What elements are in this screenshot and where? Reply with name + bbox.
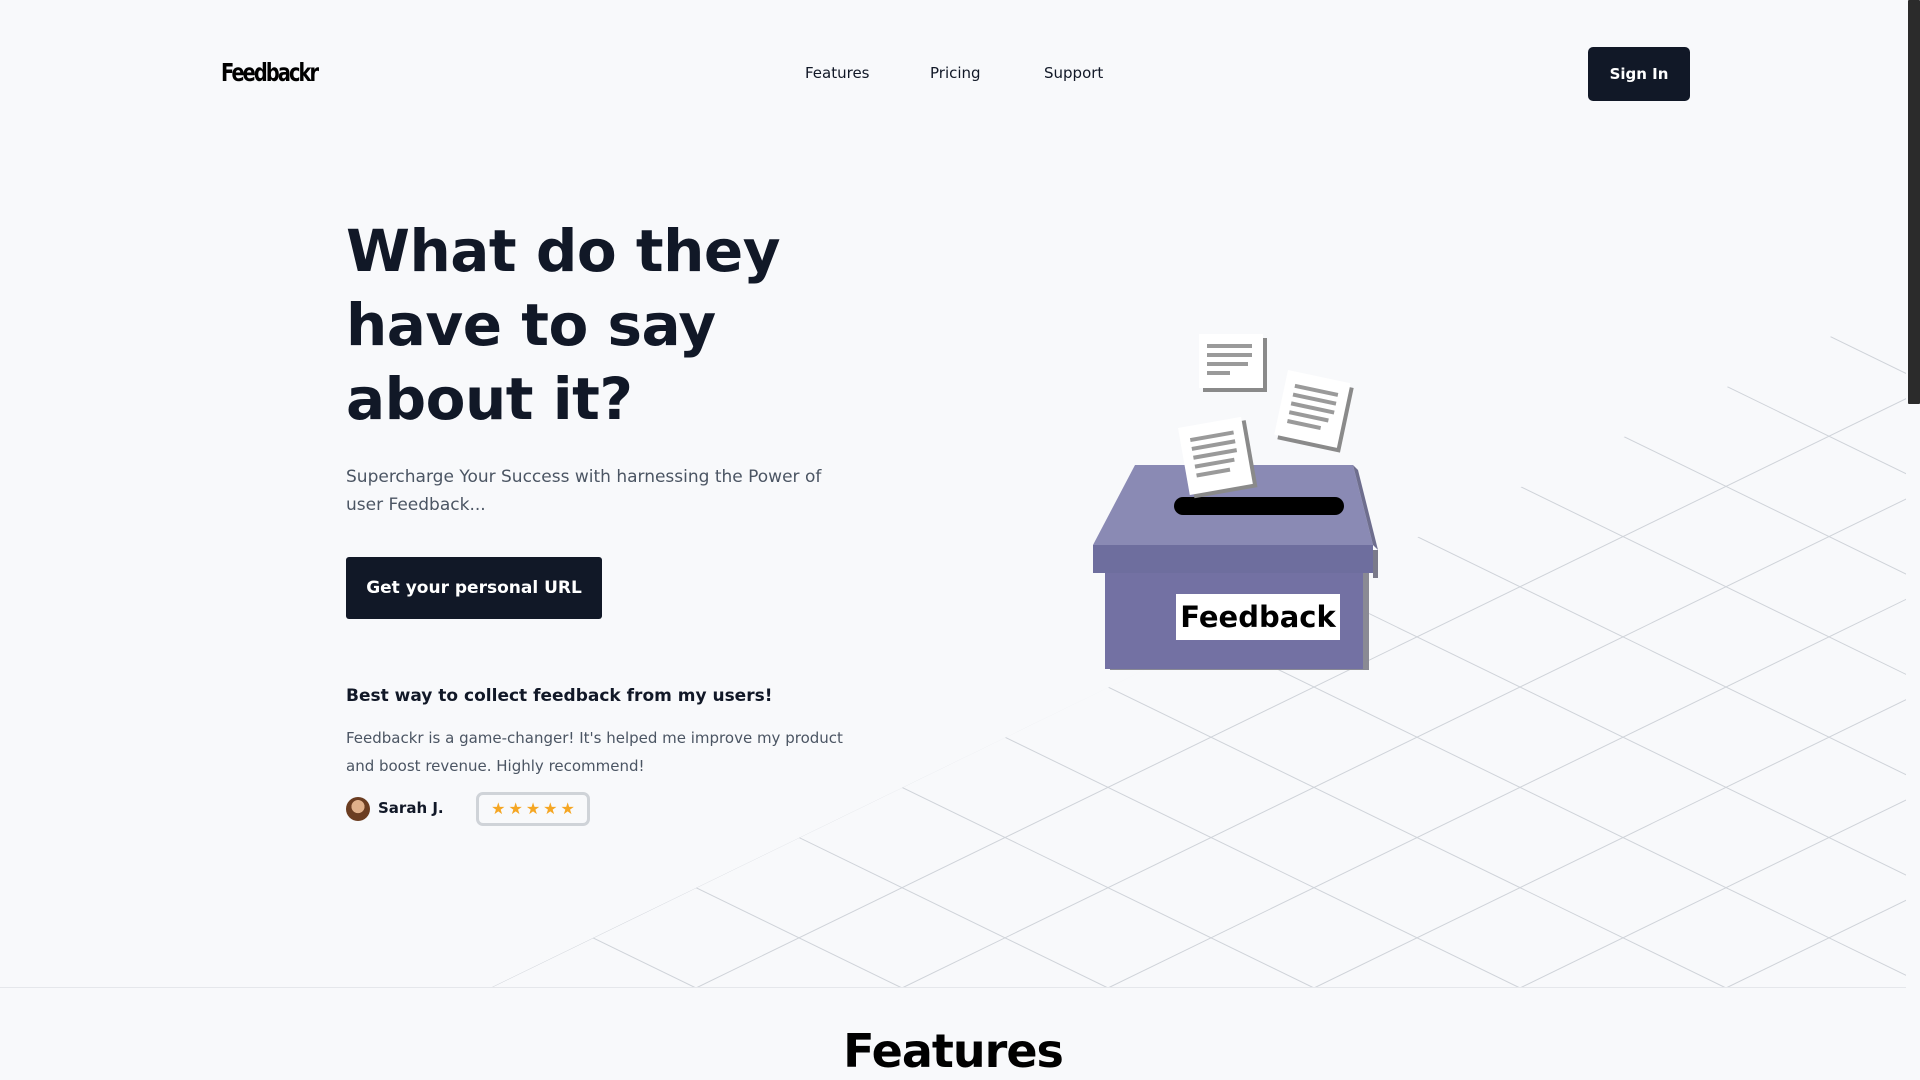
nav-support[interactable]: Support	[1044, 64, 1103, 82]
scrollbar[interactable]	[1906, 0, 1920, 1080]
star-icon: ★	[508, 799, 523, 818]
grid-line	[490, 300, 1906, 988]
isometric-grid-background	[0, 0, 1906, 988]
grid-line	[490, 300, 1906, 988]
testimonial-heading: Best way to collect feedback from my use…	[346, 686, 773, 706]
grid-line	[1725, 300, 1906, 988]
logo[interactable]: Feedbackr	[221, 58, 319, 87]
testimonial-body: Feedbackr is a game-changer! It's helped…	[346, 729, 843, 775]
star-rating: ★ ★ ★ ★ ★	[476, 792, 590, 826]
paper-icon	[1199, 334, 1267, 392]
star-icon: ★	[543, 799, 558, 818]
grid-line	[490, 300, 1906, 988]
nav-pricing[interactable]: Pricing	[930, 64, 981, 82]
scrollbar-thumb[interactable]	[1908, 0, 1920, 404]
grid-line	[0, 0, 78, 988]
grid-line	[1519, 300, 1906, 988]
star-icon: ★	[560, 799, 575, 818]
sign-in-button[interactable]: Sign In	[1588, 47, 1690, 101]
grid-line	[490, 300, 1906, 988]
grid-line	[1815, 300, 1906, 988]
features-title: Features	[843, 1024, 1064, 1078]
grid-line	[490, 300, 1843, 988]
nav-features[interactable]: Features	[805, 64, 870, 82]
grid-line	[1609, 300, 1906, 988]
get-personal-url-button[interactable]: Get your personal URL	[346, 557, 602, 619]
paper-icon	[1178, 416, 1258, 499]
paper-icon	[1274, 370, 1354, 453]
hero-title: What do they have to say about it?	[346, 217, 781, 433]
grid-line	[490, 300, 1906, 988]
grid-line	[0, 0, 284, 988]
grid-line	[0, 0, 400, 988]
grid-line	[490, 300, 1906, 988]
grid-line	[1403, 300, 1906, 988]
grid-line	[0, 0, 194, 988]
box-label: Feedback	[1180, 600, 1336, 634]
testimonial-author: Sarah J.	[378, 799, 444, 817]
grid-line	[490, 300, 1906, 988]
hero-subtitle: Supercharge Your Success with harnessing…	[346, 467, 822, 515]
grid-line	[490, 300, 1906, 988]
grid-line	[490, 300, 1906, 988]
grid-line	[490, 300, 1906, 988]
star-icon: ★	[525, 799, 541, 818]
grid-line	[490, 300, 1906, 988]
page: Feedbackr Features Pricing Support Sign …	[0, 0, 1906, 1080]
feedback-box-illustration: Feedback	[1093, 334, 1378, 670]
grid-line	[490, 300, 1727, 988]
star-icon: ★	[491, 799, 506, 818]
avatar	[346, 797, 370, 821]
